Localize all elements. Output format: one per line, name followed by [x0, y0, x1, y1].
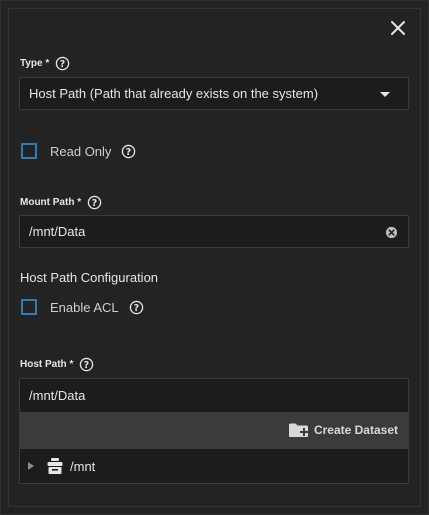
- host-path-input[interactable]: /mnt/Data: [20, 379, 408, 412]
- read-only-label: Read Only: [50, 143, 112, 159]
- host-path-value: /mnt/Data: [29, 388, 86, 403]
- clear-icon[interactable]: [385, 226, 398, 239]
- explorer-toolbar: Create Dataset: [20, 412, 408, 449]
- mount-path-label: Mount Path *: [20, 197, 82, 208]
- read-only-checkbox[interactable]: [21, 143, 37, 159]
- enable-acl-row: Enable ACL ?: [21, 299, 144, 315]
- svg-text:?: ?: [60, 59, 65, 70]
- enable-acl-label: Enable ACL: [50, 299, 119, 315]
- create-dataset-label: Create Dataset: [313, 423, 398, 437]
- mount-path-input[interactable]: /mnt/Data: [19, 215, 409, 248]
- svg-text:?: ?: [92, 198, 97, 209]
- create-dataset-button[interactable]: Create Dataset: [288, 422, 398, 438]
- folder-plus-icon: [288, 423, 308, 437]
- tree-node-label: /mnt: [70, 458, 96, 474]
- chevron-down-icon: [380, 92, 390, 97]
- mount-path-label-row: Mount Path * ?: [20, 195, 102, 210]
- type-select[interactable]: Host Path (Path that already exists on t…: [19, 77, 409, 110]
- help-icon[interactable]: ?: [87, 195, 102, 210]
- help-icon[interactable]: ?: [129, 300, 144, 315]
- host-path-label-row: Host Path * ?: [20, 357, 94, 372]
- expand-arrow-icon[interactable]: [26, 461, 36, 471]
- host-path-label: Host Path *: [20, 359, 74, 370]
- help-icon[interactable]: ?: [55, 56, 70, 71]
- enable-acl-checkbox[interactable]: [21, 299, 37, 315]
- read-only-row: Read Only ?: [21, 143, 136, 159]
- dataset-icon: [47, 458, 63, 474]
- host-path-config-title: Host Path Configuration: [20, 270, 159, 285]
- help-icon[interactable]: ?: [79, 357, 94, 372]
- svg-text:?: ?: [84, 360, 89, 371]
- type-label: Type *: [20, 58, 50, 69]
- host-path-explorer: /mnt/Data Create Dataset /mnt: [19, 378, 409, 484]
- type-select-value: Host Path (Path that already exists on t…: [29, 86, 319, 101]
- tree-node[interactable]: /mnt: [20, 449, 408, 483]
- svg-text:?: ?: [126, 146, 131, 157]
- mount-path-value: /mnt/Data: [29, 224, 86, 239]
- svg-text:?: ?: [133, 302, 138, 313]
- help-icon[interactable]: ?: [121, 144, 136, 159]
- close-icon[interactable]: [389, 19, 407, 37]
- type-label-row: Type * ?: [20, 56, 70, 71]
